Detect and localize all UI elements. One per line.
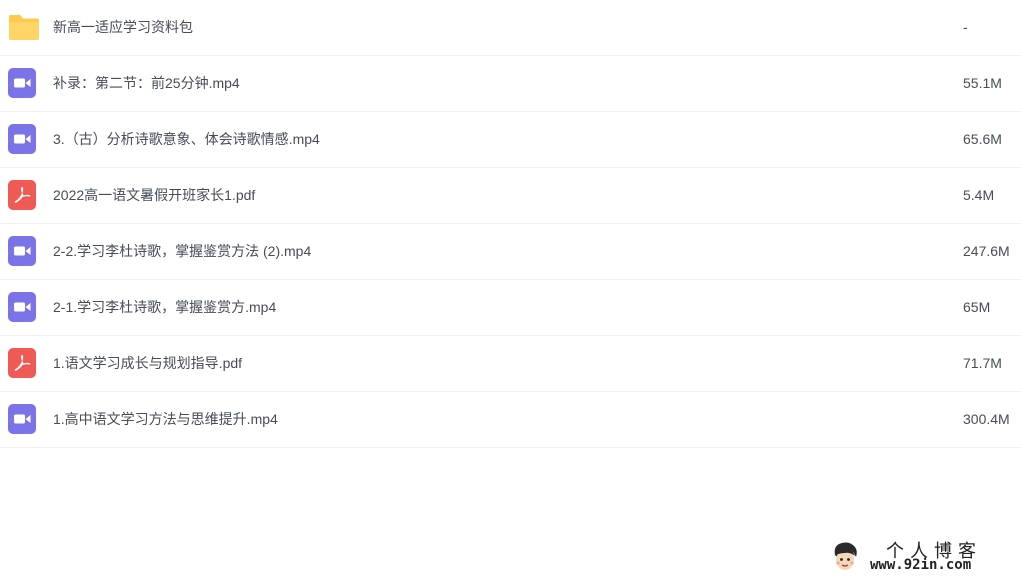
file-size: - bbox=[963, 19, 968, 35]
file-size: 5.4M bbox=[963, 187, 995, 203]
file-name: 2-1.学习李杜诗歌，掌握鉴赏方.mp4 bbox=[53, 299, 277, 315]
file-name: 3.（古）分析诗歌意象、体会诗歌情感.mp4 bbox=[53, 131, 320, 147]
pdf-file-icon bbox=[8, 348, 36, 378]
file-row-folder[interactable]: 新高一适应学习资料包 - bbox=[0, 0, 1021, 56]
file-name: 2-2.学习李杜诗歌，掌握鉴赏方法 (2).mp4 bbox=[53, 243, 312, 259]
mascot-face-icon bbox=[830, 541, 860, 578]
file-name: 新高一适应学习资料包 bbox=[53, 19, 193, 35]
file-size: 55.1M bbox=[963, 75, 1002, 91]
file-row-pdf[interactable]: 2022高一语文暑假开班家长1.pdf 5.4M bbox=[0, 168, 1021, 224]
blog-watermark: 个人博客 www.92in.com bbox=[824, 538, 1018, 575]
file-row-video[interactable]: 2-1.学习李杜诗歌，掌握鉴赏方.mp4 65M bbox=[0, 280, 1021, 336]
pdf-file-icon bbox=[8, 180, 36, 210]
file-size: 65.6M bbox=[963, 131, 1002, 147]
file-name: 1.语文学习成长与规划指导.pdf bbox=[53, 355, 243, 371]
file-size: 247.6M bbox=[963, 243, 1010, 259]
video-file-icon bbox=[8, 124, 36, 154]
file-size: 300.4M bbox=[963, 411, 1010, 427]
file-name: 补录：第二节：前25分钟.mp4 bbox=[53, 75, 240, 91]
file-row-video[interactable]: 1.高中语文学习方法与思维提升.mp4 300.4M bbox=[0, 392, 1021, 448]
video-file-icon bbox=[8, 68, 36, 98]
file-row-pdf[interactable]: 1.语文学习成长与规划指导.pdf 71.7M bbox=[0, 336, 1021, 392]
file-name: 1.高中语文学习方法与思维提升.mp4 bbox=[53, 411, 278, 427]
file-size: 71.7M bbox=[963, 355, 1002, 371]
file-row-video[interactable]: 3.（古）分析诗歌意象、体会诗歌情感.mp4 65.6M bbox=[0, 112, 1021, 168]
file-row-video[interactable]: 补录：第二节：前25分钟.mp4 55.1M bbox=[0, 56, 1021, 112]
watermark-url: www.92in.com bbox=[870, 557, 972, 573]
folder-icon bbox=[8, 12, 39, 42]
video-file-icon bbox=[8, 404, 36, 434]
file-name: 2022高一语文暑假开班家长1.pdf bbox=[53, 187, 256, 203]
video-file-icon bbox=[8, 292, 36, 322]
file-size: 65M bbox=[963, 299, 991, 315]
file-row-video[interactable]: 2-2.学习李杜诗歌，掌握鉴赏方法 (2).mp4 247.6M bbox=[0, 224, 1021, 280]
file-list: 新高一适应学习资料包 - 补录：第二节：前25分钟.mp4 55.1M 3.（古… bbox=[0, 0, 1021, 448]
video-file-icon bbox=[8, 236, 36, 266]
